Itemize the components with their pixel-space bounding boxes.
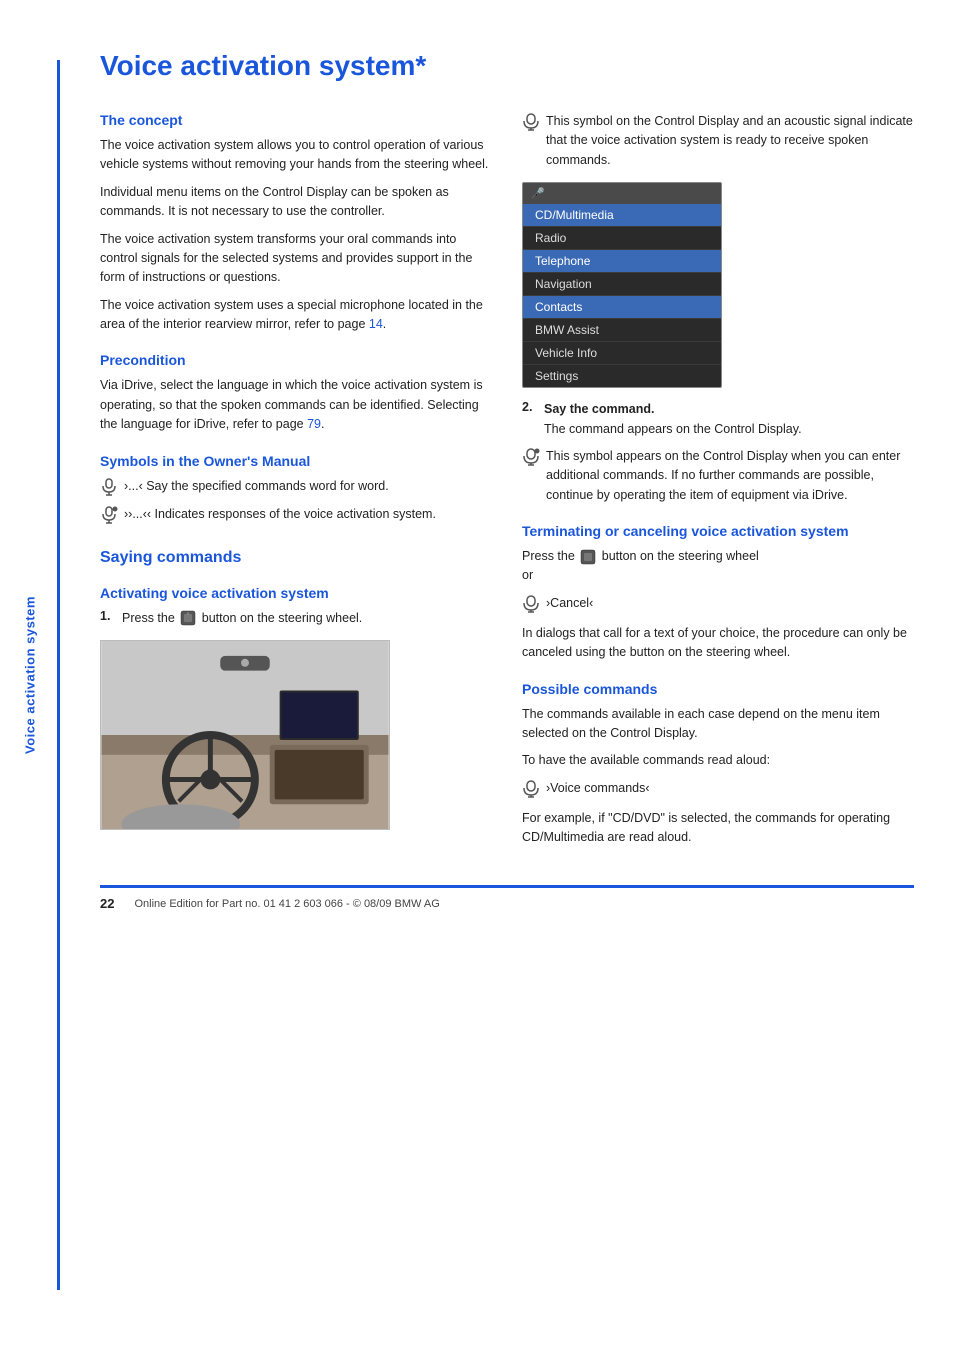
mic-symbol-right — [522, 113, 540, 134]
step-2-content: Say the command. The command appears on … — [544, 400, 802, 439]
menu-item-navigation: Navigation — [523, 273, 721, 296]
possible-commands-text-2: To have the available commands read alou… — [522, 751, 914, 770]
possible-commands-heading: Possible commands — [522, 681, 914, 697]
car-interior-svg — [101, 641, 389, 829]
car-interior-image — [100, 640, 390, 830]
page-number: 22 — [100, 896, 114, 911]
mic-icon-1 — [100, 478, 118, 499]
symbol-text-2: ››...‹‹ Indicates responses of the voice… — [124, 505, 436, 524]
mic-icon-2 — [100, 506, 118, 527]
voice-commands-label: ›Voice commands‹ — [546, 779, 650, 798]
mic-voice-icon — [522, 780, 540, 801]
step-1: 1. Press the button on the steering whee… — [100, 609, 492, 628]
symbol-line-1: ›...‹ Say the specified commands word fo… — [100, 477, 492, 499]
activating-heading: Activating voice activation system — [100, 585, 492, 601]
cancel-line: ›Cancel‹ — [522, 594, 914, 616]
sidebar: Voice activation system — [0, 0, 60, 1350]
page-link-79[interactable]: 79 — [307, 417, 321, 431]
right-column: This symbol on the Control Display and a… — [522, 112, 914, 855]
menu-mic-icon: 🎤 — [531, 187, 545, 200]
symbols-heading: Symbols in the Owner's Manual — [100, 453, 492, 469]
step-2: 2. Say the command. The command appears … — [522, 400, 914, 439]
left-column: The concept The voice activation system … — [100, 112, 492, 855]
mic-symbol-additional — [522, 448, 540, 469]
possible-commands-text-3: For example, if "CD/DVD" is selected, th… — [522, 809, 914, 848]
terminating-heading: Terminating or canceling voice activatio… — [522, 523, 914, 539]
menu-item-vehicle-info: Vehicle Info — [523, 342, 721, 365]
precondition-heading: Precondition — [100, 352, 492, 368]
concept-para-1: The voice activation system allows you t… — [100, 136, 492, 175]
cancel-label: ›Cancel‹ — [546, 594, 593, 613]
possible-commands-text-1: The commands available in each case depe… — [522, 705, 914, 744]
menu-item-cd: CD/Multimedia — [523, 204, 721, 227]
menu-header: 🎤 — [523, 183, 721, 204]
footer-copyright: Online Edition for Part no. 01 41 2 603 … — [134, 898, 439, 910]
page-container: Voice activation system Voice activation… — [0, 0, 954, 1350]
additional-symbol-text: This symbol appears on the Control Displ… — [546, 447, 914, 505]
right-col-intro-text: This symbol on the Control Display and a… — [546, 112, 914, 170]
menu-screenshot: 🎤 CD/Multimedia Radio Telephone Navigati… — [522, 182, 722, 388]
concept-para-2: Individual menu items on the Control Dis… — [100, 183, 492, 222]
precondition-text: Via iDrive, select the language in which… — [100, 376, 492, 434]
terminating-text-2: In dialogs that call for a text of your … — [522, 624, 914, 663]
step-2-detail: The command appears on the Control Displ… — [544, 422, 802, 436]
step-2-text: Say the command. — [544, 402, 654, 416]
main-content: Voice activation system* The concept The… — [60, 0, 954, 1350]
menu-item-radio: Radio — [523, 227, 721, 250]
concept-heading: The concept — [100, 112, 492, 128]
menu-item-bmw-assist: BMW Assist — [523, 319, 721, 342]
two-column-layout: The concept The voice activation system … — [100, 112, 914, 855]
menu-item-contacts: Contacts — [523, 296, 721, 319]
right-col-intro-block: This symbol on the Control Display and a… — [522, 112, 914, 170]
step-2-num: 2. — [522, 400, 536, 439]
menu-item-telephone: Telephone — [523, 250, 721, 273]
additional-symbol-block: This symbol appears on the Control Displ… — [522, 447, 914, 505]
terminating-button-icon — [580, 549, 596, 565]
terminating-text-1: Press the button on the steering wheelor — [522, 547, 914, 586]
symbol-text-1: ›...‹ Say the specified commands word fo… — [124, 477, 389, 496]
page-footer: 22 Online Edition for Part no. 01 41 2 6… — [100, 885, 914, 911]
step-1-content: Press the button on the steering wheel. — [122, 609, 362, 628]
symbol-line-2: ››...‹‹ Indicates responses of the voice… — [100, 505, 492, 527]
step-1-num: 1. — [100, 609, 114, 628]
menu-item-settings: Settings — [523, 365, 721, 387]
voice-commands-line: ›Voice commands‹ — [522, 779, 914, 801]
page-link-14[interactable]: 14 — [369, 317, 383, 331]
concept-para-3: The voice activation system transforms y… — [100, 230, 492, 288]
page-title: Voice activation system* — [100, 50, 914, 82]
mic-cancel-icon — [522, 595, 540, 616]
concept-para-4: The voice activation system uses a speci… — [100, 296, 492, 335]
saying-commands-heading: Saying commands — [100, 549, 492, 567]
sidebar-label: Voice activation system — [23, 596, 38, 754]
steering-wheel-button-icon — [180, 610, 196, 626]
